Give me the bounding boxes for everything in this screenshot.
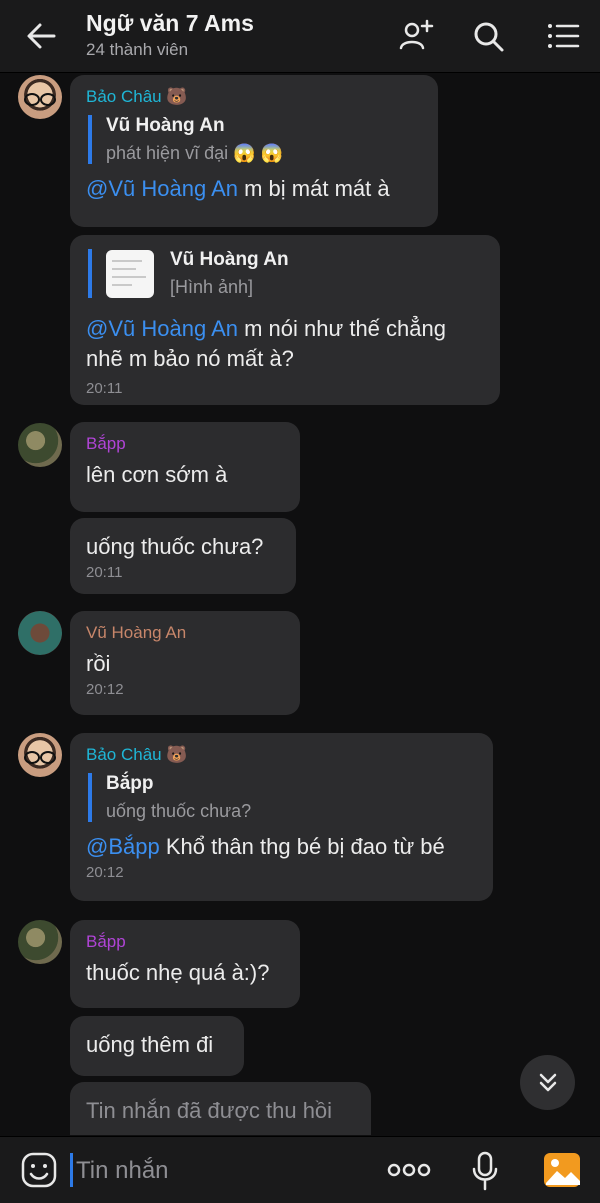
message-bubble[interactable]: Bắpp thuốc nhẹ quá à:)?	[70, 920, 300, 1008]
message-bubble[interactable]: Bắpp lên cơn sớm à	[70, 422, 300, 512]
message-text: lên cơn sớm à	[86, 462, 228, 487]
photo-icon	[544, 1153, 580, 1187]
add-member-button[interactable]	[398, 18, 434, 54]
message-bubble[interactable]: Bảo Châu 🐻 Vũ Hoàng An phát hiện vĩ đại …	[70, 75, 438, 227]
sender-name[interactable]: Bảo Châu 🐻	[86, 87, 422, 107]
recalled-message[interactable]: Tin nhắn đã được thu hồi	[70, 1082, 371, 1135]
microphone-icon	[472, 1151, 498, 1191]
message-text: thuốc nhẹ quá à:)?	[86, 960, 270, 985]
sender-name[interactable]: Vũ Hoàng An	[86, 623, 284, 643]
quote-author: Vũ Hoàng An	[170, 249, 289, 270]
emoji-icon	[21, 1152, 57, 1188]
avatar[interactable]	[18, 75, 62, 119]
message-text: uống thuốc chưa?	[86, 534, 264, 559]
image-thumbnail[interactable]	[106, 249, 154, 298]
member-count[interactable]: 24 thành viên	[86, 40, 188, 60]
more-dots-icon	[387, 1163, 431, 1177]
text-cursor	[70, 1153, 73, 1187]
double-chevron-down-icon	[539, 1073, 556, 1091]
message-time: 20:11	[86, 380, 123, 397]
quote-author: Vũ Hoàng An	[106, 115, 225, 136]
recalled-text: Tin nhắn đã được thu hồi	[86, 1098, 333, 1123]
avatar[interactable]	[18, 920, 62, 964]
quote-text: [Hình ảnh]	[170, 277, 254, 297]
sender-name[interactable]: Bắpp	[86, 932, 284, 952]
search-icon	[474, 22, 504, 52]
sender-name[interactable]: Bảo Châu 🐻	[86, 745, 477, 765]
add-person-icon	[399, 19, 434, 50]
reply-quote[interactable]: Bắpp uống thuốc chưa?	[88, 773, 477, 822]
message-list[interactable]: Bảo Châu 🐻 Vũ Hoàng An phát hiện vĩ đại …	[0, 73, 600, 1135]
quote-text: uống thuốc chưa?	[106, 801, 252, 821]
message-text: uống thêm đi	[86, 1032, 214, 1057]
more-options-button[interactable]	[386, 1161, 432, 1179]
message-bubble[interactable]: Vũ Hoàng An rồi 20:12	[70, 611, 300, 715]
group-title[interactable]: Ngữ văn 7 Ams	[86, 10, 254, 37]
mention[interactable]: @Bắpp	[86, 834, 160, 859]
message-text: @Bắpp Khổ thân thg bé bị đao từ bé	[86, 832, 477, 862]
avatar[interactable]	[18, 611, 62, 655]
message-bubble[interactable]: uống thuốc chưa? 20:11	[70, 518, 296, 594]
message-body: m bị mát mát à	[238, 176, 390, 201]
message-bubble[interactable]: Bảo Châu 🐻 Bắpp uống thuốc chưa? @Bắpp K…	[70, 733, 493, 901]
emoji-button[interactable]	[20, 1151, 58, 1189]
message-text: @Vũ Hoàng An m nói như thế chẳng nhẽ m b…	[86, 314, 484, 374]
quote-author: Bắpp	[106, 773, 154, 794]
message-input[interactable]	[74, 1155, 358, 1187]
message-time: 20:12	[86, 681, 124, 698]
search-button[interactable]	[470, 18, 506, 54]
avatar[interactable]	[18, 733, 62, 777]
avatar[interactable]	[18, 423, 62, 467]
message-bubble[interactable]: Vũ Hoàng An [Hình ảnh] @Vũ Hoàng An m nó…	[70, 235, 500, 405]
arrow-left-icon	[27, 23, 56, 49]
back-button[interactable]	[20, 18, 64, 54]
message-composer	[0, 1136, 600, 1203]
chat-header: Ngữ văn 7 Ams 24 thành viên	[0, 0, 600, 73]
message-text: @Vũ Hoàng An m bị mát mát à	[86, 174, 422, 204]
voice-button[interactable]	[470, 1151, 500, 1191]
message-time: 20:12	[86, 864, 124, 881]
scroll-to-bottom-button[interactable]	[520, 1055, 575, 1110]
mention[interactable]: @Vũ Hoàng An	[86, 176, 238, 201]
photo-button[interactable]	[542, 1151, 582, 1189]
reply-quote[interactable]: Vũ Hoàng An [Hình ảnh]	[88, 249, 484, 298]
message-bubble[interactable]: uống thêm đi	[70, 1016, 244, 1076]
reply-quote[interactable]: Vũ Hoàng An phát hiện vĩ đại 😱 😱	[88, 115, 422, 164]
message-time: 20:11	[86, 564, 123, 581]
message-body: Khổ thân thg bé bị đao từ bé	[159, 834, 445, 859]
mention[interactable]: @Vũ Hoàng An	[86, 316, 238, 341]
message-text: rồi	[86, 651, 111, 676]
sender-name[interactable]: Bắpp	[86, 434, 284, 454]
quote-text: phát hiện vĩ đại 😱 😱	[106, 143, 283, 163]
menu-button[interactable]	[545, 18, 581, 54]
list-menu-icon	[548, 24, 580, 48]
